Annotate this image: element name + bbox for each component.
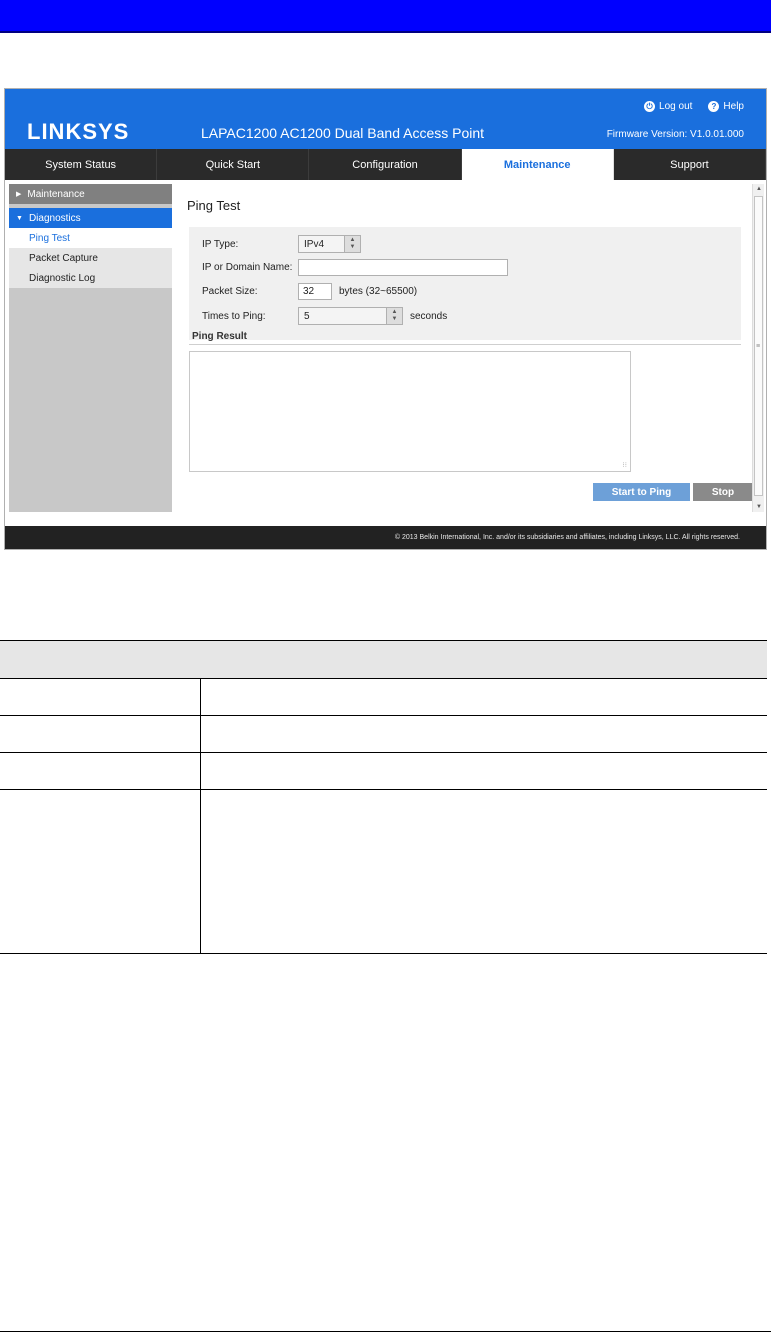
ping-test-panel: Ping Test IP Type: IPv4 ▲ ▼ IP or Domain … xyxy=(179,184,753,517)
ping-result-title: Ping Result xyxy=(192,331,248,342)
help-label: Help xyxy=(723,101,744,112)
scroll-thumb[interactable]: ≡ xyxy=(754,196,763,496)
logout-label: Log out xyxy=(659,101,693,112)
tab-system-status[interactable]: System Status xyxy=(5,149,158,180)
table-cell xyxy=(0,715,201,753)
table-cell xyxy=(200,790,767,954)
updown-arrows-icon: ▲ ▼ xyxy=(344,236,360,252)
sidebar-group-label: Diagnostics xyxy=(28,212,81,224)
packet-size-label: Packet Size: xyxy=(202,286,258,297)
divider xyxy=(189,344,741,345)
table-row xyxy=(0,789,767,954)
sidebar-item-ping-test[interactable]: Ping Test xyxy=(9,228,172,248)
packet-size-input[interactable]: 32 xyxy=(298,283,332,300)
tab-quick-start[interactable]: Quick Start xyxy=(157,149,310,180)
table-cell xyxy=(200,678,767,716)
firmware-version: Firmware Version: V1.0.01.000 xyxy=(606,129,744,140)
table-cell xyxy=(200,752,767,790)
ip-type-label: IP Type: xyxy=(202,238,239,250)
tab-maintenance[interactable]: Maintenance xyxy=(461,149,614,180)
packet-size-row: Packet Size: 32 bytes (32~65500) xyxy=(202,283,417,300)
product-title: LAPAC1200 AC1200 Dual Band Access Point xyxy=(201,125,485,141)
page-title: Ping Test xyxy=(187,198,241,213)
table-header-row xyxy=(0,640,767,679)
vertical-scrollbar[interactable]: ▲ ≡ ▼ xyxy=(752,184,764,512)
ip-type-value: IPv4 xyxy=(304,238,325,250)
grip-icon: ≡ xyxy=(756,343,761,350)
footer: © 2013 Belkin International, Inc. and/or… xyxy=(5,526,766,549)
sidebar-group-maintenance[interactable]: ▶ Maintenance xyxy=(9,184,172,204)
updown-arrows-icon: ▲ ▼ xyxy=(386,308,402,324)
tab-support[interactable]: Support xyxy=(614,149,766,180)
router-admin-screenshot: LINKSYS LAPAC1200 AC1200 Dual Band Acces… xyxy=(4,88,767,550)
sidebar-group-diagnostics[interactable]: ▼ Diagnostics xyxy=(9,208,172,228)
times-unit: seconds xyxy=(410,310,448,322)
page-bottom-rule xyxy=(0,1331,771,1332)
main-nav: System Status Quick Start Configuration … xyxy=(5,149,766,180)
table-cell xyxy=(0,678,201,716)
start-ping-button[interactable]: Start to Ping xyxy=(593,483,690,501)
table-row xyxy=(0,678,767,716)
domain-label: IP or Domain Name: xyxy=(202,262,293,273)
sidebar-item-diagnostic-log[interactable]: Diagnostic Log xyxy=(9,268,172,288)
ip-type-select[interactable]: IPv4 ▲ ▼ xyxy=(298,235,361,253)
logout-link[interactable]: ⏻ Log out xyxy=(644,101,692,112)
copyright-text: © 2013 Belkin International, Inc. and/or… xyxy=(394,534,740,541)
help-link[interactable]: ? Help xyxy=(708,101,744,112)
times-select[interactable]: 5 ▲ ▼ xyxy=(298,307,403,325)
linksys-logo: LINKSYS xyxy=(27,119,130,144)
parameter-table xyxy=(0,640,767,954)
stop-button[interactable]: Stop xyxy=(693,483,753,501)
domain-row: IP or Domain Name: xyxy=(202,259,508,276)
scroll-down-icon[interactable]: ▼ xyxy=(753,502,765,512)
table-row xyxy=(0,752,767,790)
triangle-right-icon: ▶ xyxy=(16,191,22,198)
ping-form: IP Type: IPv4 ▲ ▼ IP or Domain Name: Pack… xyxy=(189,227,741,340)
table-cell xyxy=(0,752,201,790)
domain-input[interactable] xyxy=(298,259,508,276)
packet-size-unit: bytes (32~65500) xyxy=(339,286,418,297)
sidebar-item-packet-capture[interactable]: Packet Capture xyxy=(9,248,172,268)
ip-type-row: IP Type: IPv4 ▲ ▼ xyxy=(202,235,361,253)
resize-grip-icon: ⁝⁝ xyxy=(622,462,627,469)
table-row xyxy=(0,715,767,753)
times-row: Times to Ping: 5 ▲ ▼ seconds xyxy=(202,307,447,325)
table-cell xyxy=(0,789,201,954)
power-icon: ⏻ xyxy=(644,101,656,112)
scroll-up-icon[interactable]: ▲ xyxy=(753,184,765,194)
top-links: ⏻ Log out ? Help xyxy=(644,101,744,112)
tab-configuration[interactable]: Configuration xyxy=(309,149,462,180)
question-icon: ? xyxy=(708,101,720,112)
times-label: Times to Ping: xyxy=(202,310,266,322)
sidebar: ▶ Maintenance ▼ Diagnostics Ping Test Pa… xyxy=(9,184,172,512)
ping-result-textarea[interactable]: ⁝⁝ xyxy=(189,351,631,472)
top-banner: LINKSYS LAPAC1200 AC1200 Dual Band Acces… xyxy=(5,89,766,149)
table-header-cell xyxy=(0,640,767,679)
sidebar-group-label: Maintenance xyxy=(27,188,85,200)
times-value: 5 xyxy=(304,310,310,322)
table-cell xyxy=(200,715,767,753)
triangle-down-icon: ▼ xyxy=(16,214,23,222)
document-header-bar xyxy=(0,0,771,33)
